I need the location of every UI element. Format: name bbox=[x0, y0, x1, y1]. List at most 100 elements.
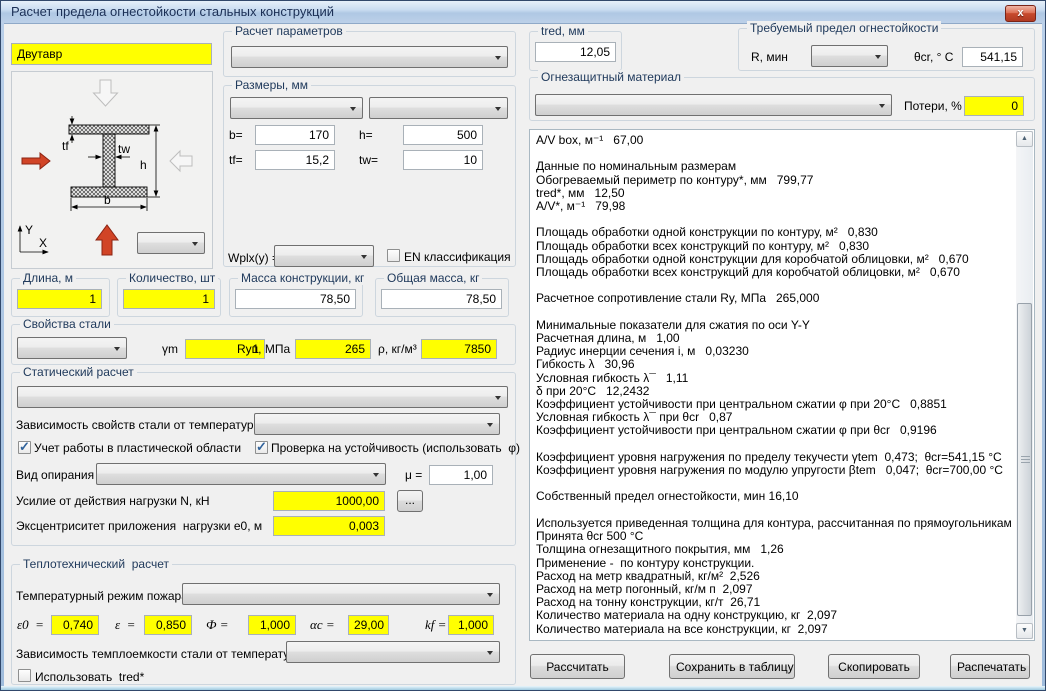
chevron-down-icon bbox=[192, 242, 198, 246]
theta-cr-label: θcr, ° C bbox=[914, 50, 954, 64]
b-label: b bbox=[104, 193, 111, 207]
force-field[interactable]: 1000,00 bbox=[273, 491, 385, 511]
material-select[interactable]: Огнезащитная вспучивающаяся краска 350_7… bbox=[535, 94, 892, 116]
en-class-label: EN классификация bbox=[404, 250, 511, 264]
sizes-title: Размеры, мм bbox=[232, 78, 312, 92]
b-field[interactable]: 170 bbox=[255, 125, 335, 145]
stability-checkbox[interactable] bbox=[255, 439, 268, 455]
force-more-button[interactable]: ... bbox=[397, 490, 423, 512]
eccentricity-field[interactable]: 0,003 bbox=[273, 516, 385, 536]
profile-size-select[interactable]: 50 bbox=[369, 97, 508, 119]
calculate-button[interactable]: Рассчитать bbox=[530, 654, 625, 679]
wplx-label: Wplx(y) = bbox=[228, 251, 279, 265]
count-title: Количество, шт bbox=[126, 271, 219, 285]
use-tred-checkbox[interactable] bbox=[18, 669, 31, 682]
ryp-label: Ryп, МПа bbox=[237, 342, 291, 356]
axis-select[interactable]: отн. X-X bbox=[137, 232, 205, 254]
mass-title: Масса конструкции, кг bbox=[238, 271, 368, 285]
calc-params-select[interactable]: По количеству, длине и размерам bbox=[231, 46, 508, 68]
use-tred-label: Использовать tred* bbox=[35, 670, 145, 684]
chevron-down-icon bbox=[495, 107, 501, 111]
chevron-down-icon bbox=[495, 56, 501, 60]
material-title: Огнезащитный материал bbox=[538, 70, 685, 84]
alpha-field[interactable]: 29,00 bbox=[348, 615, 389, 635]
h-field[interactable]: 500 bbox=[403, 125, 483, 145]
phi-label: Ф = bbox=[206, 617, 229, 632]
section-type-field[interactable]: Двутавр bbox=[11, 43, 212, 65]
scroll-up-icon[interactable]: ▲ bbox=[1016, 131, 1033, 147]
loss-field[interactable]: 0 bbox=[964, 96, 1024, 116]
ryp-field[interactable]: 265 bbox=[295, 339, 371, 359]
eccentricity-label: Эксцентриситет приложения нагрузки e0, м bbox=[16, 519, 263, 533]
window-frame-bottom bbox=[1, 686, 1045, 690]
rho-field[interactable]: 7850 bbox=[421, 339, 497, 359]
wplx-select[interactable]: cx(y) * Wx(y) bbox=[274, 245, 374, 267]
force-label: Усилие от действия нагрузки N, кН bbox=[16, 494, 210, 508]
steel-type-select[interactable]: Другая bbox=[17, 337, 127, 359]
mu-field[interactable]: 1,00 bbox=[429, 465, 493, 485]
temp-dep-select[interactable]: σ 0.2% и Е по данным СССР bbox=[254, 413, 500, 435]
h-label: h bbox=[140, 158, 147, 172]
plastic-checkbox[interactable] bbox=[18, 439, 31, 455]
r-min-select[interactable]: 90 bbox=[811, 45, 888, 67]
total-mass-title: Общая масса, кг bbox=[384, 271, 483, 285]
eps0-field[interactable]: 0,740 bbox=[51, 615, 99, 635]
heat-dep-label: Зависимость темплоемкости стали от темпе… bbox=[16, 647, 305, 661]
heat-dep-select[interactable]: Данные СССР bbox=[286, 641, 500, 663]
fire-regime-label: Температурный режим пожара bbox=[16, 589, 188, 603]
eps0-label: ε0 = bbox=[17, 617, 44, 632]
tf-field[interactable]: 15,2 bbox=[255, 150, 335, 170]
eps-field[interactable]: 0,850 bbox=[144, 615, 192, 635]
loss-label: Потери, % bbox=[904, 99, 962, 113]
support-select[interactable]: Шарнирное опирание по концам bbox=[96, 463, 386, 485]
chevron-down-icon bbox=[487, 651, 493, 655]
window-frame-right bbox=[1042, 23, 1045, 690]
fire-regime-select[interactable]: Стандартный температурный режим bbox=[182, 583, 500, 605]
thermal-title: Теплотехнический расчет bbox=[20, 557, 172, 571]
kf-label: kf = bbox=[425, 617, 447, 632]
close-icon[interactable]: x bbox=[1005, 5, 1036, 22]
print-button[interactable]: Распечатать bbox=[950, 654, 1030, 679]
calc-params-title: Расчет параметров bbox=[232, 24, 346, 38]
scroll-down-icon[interactable]: ▼ bbox=[1016, 623, 1033, 639]
chevron-down-icon bbox=[487, 593, 493, 597]
results-output[interactable]: A/V box, м⁻¹ 67,00 Данные по номинальным… bbox=[529, 129, 1035, 641]
tf-field-label: tf= bbox=[229, 153, 243, 167]
mass-field: 78,50 bbox=[235, 289, 356, 309]
required-limit-title: Требуемый предел огнестойкости bbox=[747, 21, 942, 35]
h-field-label: h= bbox=[359, 128, 373, 142]
count-field[interactable]: 1 bbox=[123, 289, 215, 309]
r-min-label: R, мин bbox=[751, 50, 788, 64]
phi-field[interactable]: 1,000 bbox=[248, 615, 296, 635]
eps-label: ε = bbox=[115, 617, 136, 632]
tw-field[interactable]: 10 bbox=[403, 150, 483, 170]
length-field[interactable]: 1 bbox=[17, 289, 102, 309]
scrollbar-grip-icon bbox=[1021, 455, 1030, 464]
window-title: Расчет предела огнестойкости стальных ко… bbox=[11, 4, 335, 19]
copy-button[interactable]: Скопировать bbox=[828, 654, 920, 679]
tw-label: tw bbox=[118, 142, 130, 156]
chevron-down-icon bbox=[373, 473, 379, 477]
x-axis-label: X bbox=[39, 236, 47, 250]
theta-cr-field: 541,15 bbox=[962, 47, 1023, 67]
y-axis-label: Y bbox=[25, 223, 33, 237]
en-class-checkbox[interactable] bbox=[387, 249, 400, 262]
mu-label: μ = bbox=[405, 468, 423, 482]
chevron-down-icon bbox=[879, 104, 885, 108]
chevron-down-icon bbox=[495, 396, 501, 400]
load-arrow-down-icon bbox=[92, 79, 119, 107]
tred-field: 12,05 bbox=[535, 42, 616, 62]
gost-select[interactable]: ГОСТ 8239-89 bbox=[230, 97, 363, 119]
results-scrollbar[interactable]: ▲ ▼ bbox=[1016, 131, 1033, 639]
chevron-down-icon bbox=[487, 423, 493, 427]
length-title: Длина, м bbox=[20, 271, 77, 285]
load-arrow-left-icon bbox=[169, 149, 193, 173]
web bbox=[102, 133, 116, 188]
scrollbar-thumb[interactable] bbox=[1017, 303, 1032, 616]
save-to-table-button[interactable]: Сохранить в таблицу bbox=[669, 654, 795, 679]
total-mass-field: 78,50 bbox=[381, 289, 502, 309]
window-frame-left bbox=[1, 23, 4, 690]
kf-field[interactable]: 1,000 bbox=[448, 615, 494, 635]
chevron-down-icon bbox=[114, 347, 120, 351]
scheme-select[interactable]: Внецентро сжатый стержень. bbox=[17, 386, 508, 408]
